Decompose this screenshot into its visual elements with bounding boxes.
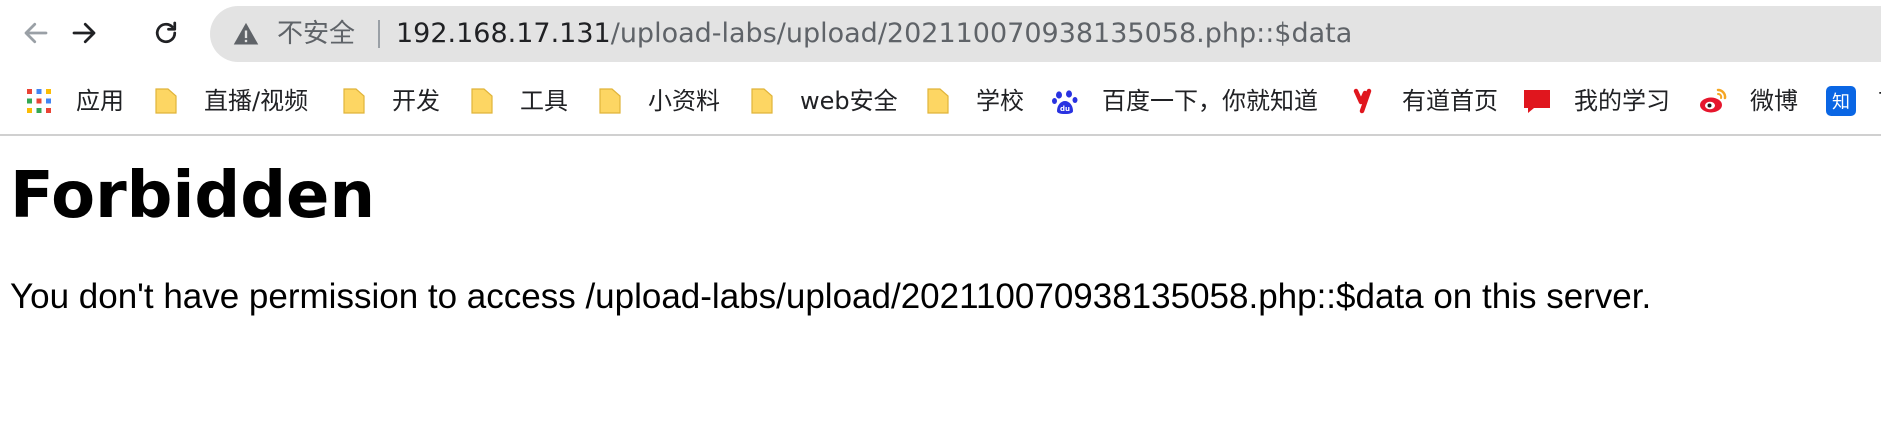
folder-icon xyxy=(599,88,621,114)
url-host: 192.168.17.131 xyxy=(396,18,611,49)
reload-button[interactable] xyxy=(144,11,188,55)
error-message: You don't have permission to access /upl… xyxy=(10,277,1652,316)
bookmark-label: 学校 xyxy=(976,87,1024,115)
security-label[interactable]: 不安全 xyxy=(277,19,355,49)
folder-icon xyxy=(155,88,177,114)
folder-icon xyxy=(471,88,493,114)
browser-toolbar: 不安全 192.168.17.131/upload-labs/upload/20… xyxy=(0,0,1881,68)
bookmark-folder-notes[interactable]: 小资料 xyxy=(596,82,720,120)
bookmark-zhihu[interactable]: 知 首 xyxy=(1826,82,1881,120)
svg-text:du: du xyxy=(1060,105,1070,113)
address-divider xyxy=(378,20,380,48)
folder-icon xyxy=(751,88,773,114)
bookmark-my-study[interactable]: 我的学习 xyxy=(1522,82,1670,120)
address-bar[interactable]: 不安全 192.168.17.131/upload-labs/upload/20… xyxy=(210,6,1881,62)
url-text[interactable]: 192.168.17.131/upload-labs/upload/202110… xyxy=(396,19,1352,49)
bookmark-folder-dev[interactable]: 开发 xyxy=(340,82,440,120)
bookmark-label: 小资料 xyxy=(648,87,720,115)
warning-icon[interactable] xyxy=(232,20,260,48)
bookmark-label: 微博 xyxy=(1750,87,1798,115)
bookmark-weibo[interactable]: 微博 xyxy=(1698,82,1798,120)
zhihu-icon: 知 xyxy=(1826,86,1856,116)
bookmark-youdao[interactable]: 有道首页 xyxy=(1350,82,1498,120)
bookmark-folder-live-video[interactable]: 直播/视频 xyxy=(152,82,308,120)
bookmark-label: 应用 xyxy=(76,87,124,115)
bookmark-apps[interactable]: 应用 xyxy=(24,82,124,120)
bookmark-folder-tools[interactable]: 工具 xyxy=(468,82,568,120)
page-content: Forbidden You don't have permission to a… xyxy=(10,156,1881,318)
baidu-icon: du xyxy=(1052,90,1078,114)
bookmark-label: 我的学习 xyxy=(1574,87,1670,115)
url-path: /upload-labs/upload/202110070938135058.p… xyxy=(610,18,1353,49)
forward-button[interactable] xyxy=(62,11,106,55)
forward-arrow-icon xyxy=(72,22,96,44)
zhihu-icon-text: 知 xyxy=(1832,92,1850,113)
page-title: Forbidden xyxy=(10,159,375,233)
back-button[interactable] xyxy=(14,11,58,55)
bookmarks-bar: 应用 直播/视频 开发 工具 小资料 web安全 学校 du 百度一下，你就知道… xyxy=(0,68,1881,134)
bookmark-label: 百度一下，你就知道 xyxy=(1102,87,1318,115)
folder-icon xyxy=(343,88,365,114)
bookmark-label: 工具 xyxy=(520,87,568,115)
weibo-icon xyxy=(1700,88,1727,113)
bookmark-label: 有道首页 xyxy=(1402,87,1498,115)
bookmark-baidu[interactable]: du 百度一下，你就知道 xyxy=(1050,82,1318,120)
bookmark-label: web安全 xyxy=(800,87,898,115)
bookmark-label: 开发 xyxy=(392,87,440,115)
study-icon xyxy=(1524,90,1550,113)
bookmark-folder-web-security[interactable]: web安全 xyxy=(748,82,898,120)
bookmark-folder-school[interactable]: 学校 xyxy=(924,82,1024,120)
youdao-icon xyxy=(1353,88,1372,114)
reload-icon xyxy=(155,21,177,44)
back-arrow-icon xyxy=(24,22,48,44)
folder-icon xyxy=(927,88,949,114)
toolbar-separator xyxy=(0,134,1881,136)
bookmark-label: 直播/视频 xyxy=(204,87,309,115)
apps-grid-icon xyxy=(27,89,51,113)
